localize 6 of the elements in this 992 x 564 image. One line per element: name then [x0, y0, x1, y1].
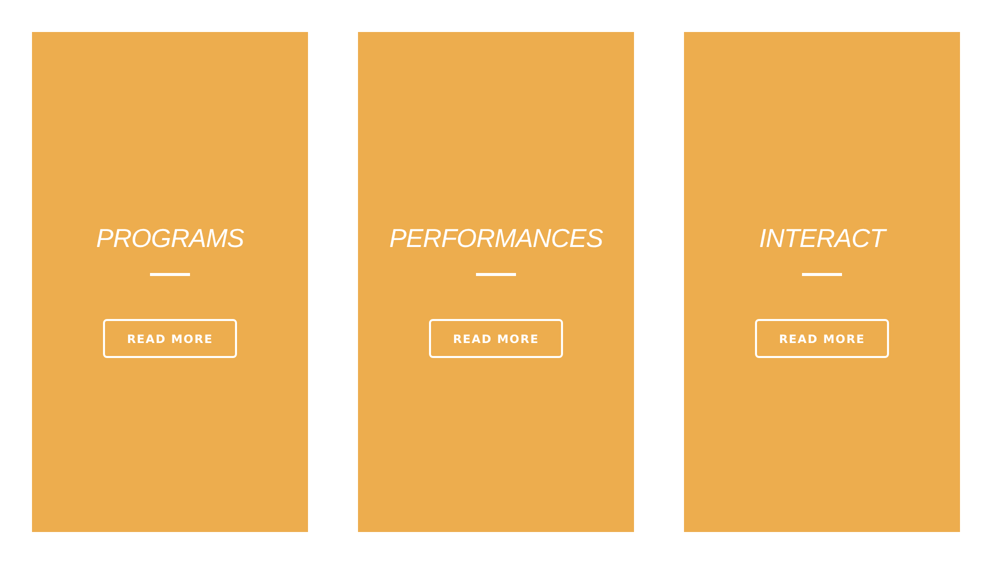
card-title: PROGRAMS — [96, 222, 244, 255]
card-title: INTERACT — [759, 222, 885, 255]
read-more-button[interactable]: READ MORE — [755, 319, 889, 358]
read-more-button[interactable]: READ MORE — [429, 319, 563, 358]
read-more-button[interactable]: READ MORE — [103, 319, 237, 358]
card-title: PERFORMANCES — [389, 222, 603, 255]
